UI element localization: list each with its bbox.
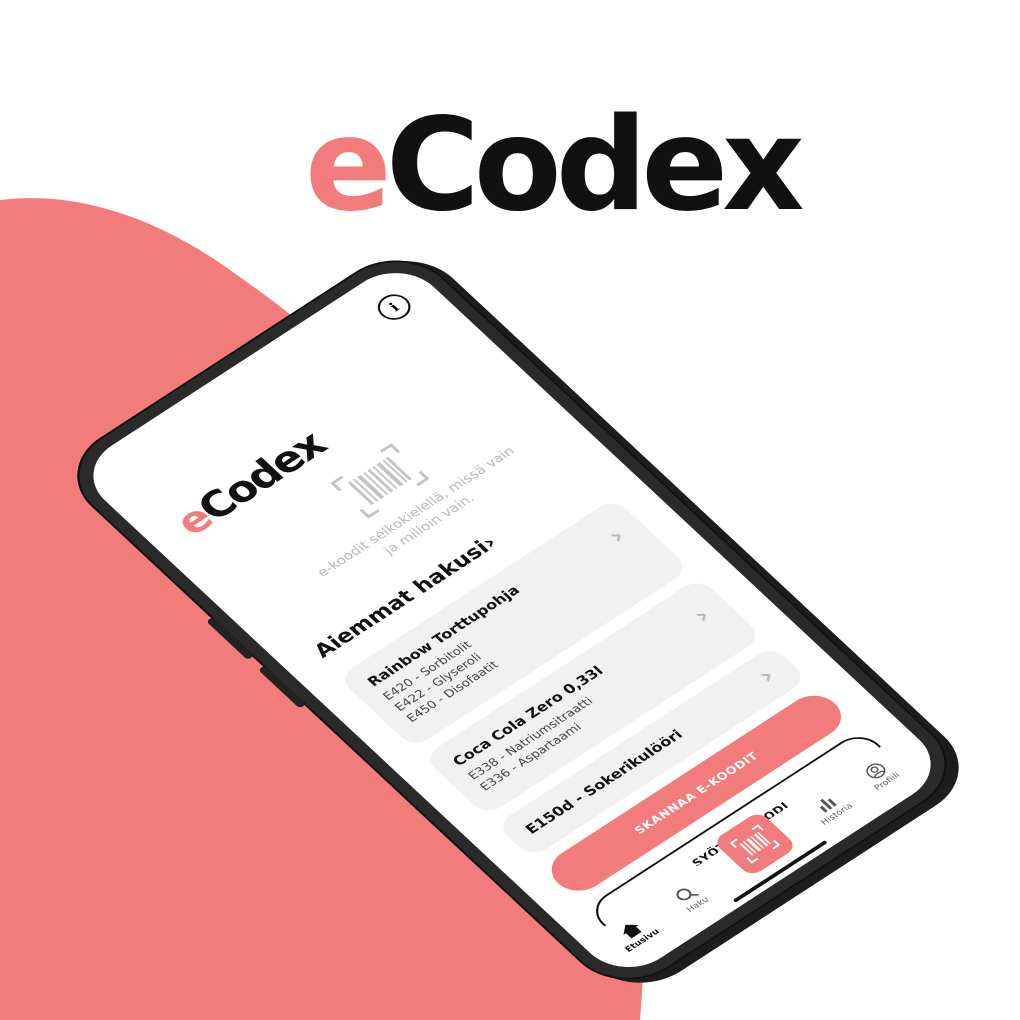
app-logo: eCodex — [165, 423, 336, 544]
hero-logo: eCodex — [305, 91, 805, 240]
tagline-line-1: e-koodit selkokielellä, missä vain — [314, 444, 519, 581]
info-icon[interactable]: i — [371, 289, 418, 325]
